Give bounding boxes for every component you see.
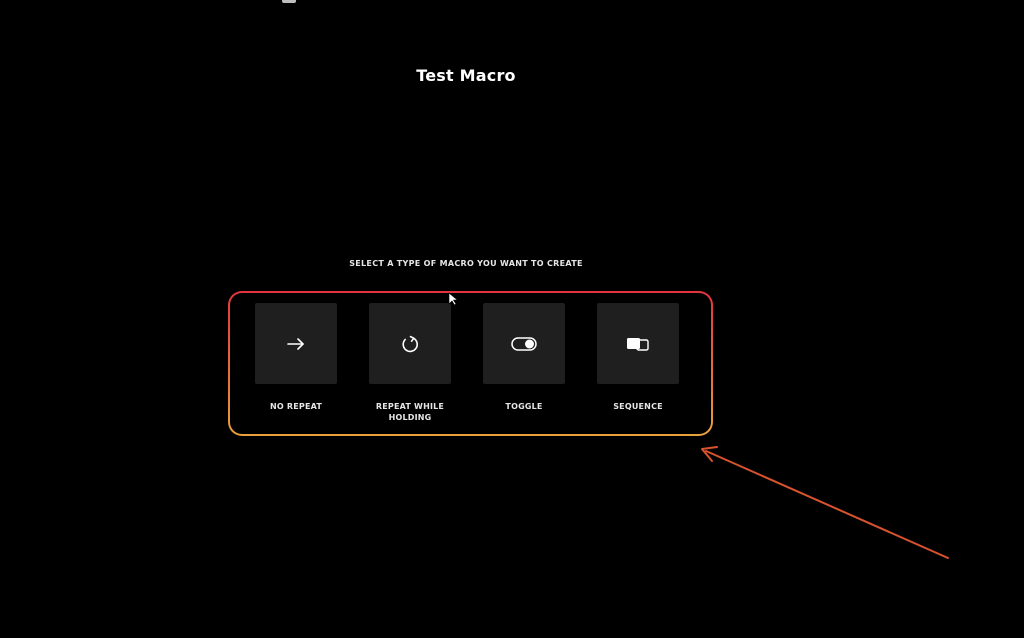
option-toggle[interactable]: TOGGLE xyxy=(483,303,565,423)
repeat-circle-icon xyxy=(402,335,418,352)
mouse-cursor-icon xyxy=(448,292,459,306)
toggle-tile[interactable] xyxy=(483,303,565,384)
macro-type-screen: Test Macro SELECT A TYPE OF MACRO YOU WA… xyxy=(0,0,1024,638)
option-repeat-while-holding[interactable]: REPEAT WHILE HOLDING xyxy=(369,303,451,423)
macro-type-prompt: SELECT A TYPE OF MACRO YOU WANT TO CREAT… xyxy=(349,259,583,268)
arrow-right-icon xyxy=(287,337,304,350)
macro-type-options: NO REPEAT REPEAT WHILE HOLDING TOGGLE SE… xyxy=(255,303,679,423)
option-label-toggle: TOGGLE xyxy=(505,402,543,411)
macro-title: Test Macro xyxy=(416,66,516,85)
sequence-icon xyxy=(627,337,649,351)
option-label-no-repeat: NO REPEAT xyxy=(269,402,323,411)
option-sequence[interactable]: SEQUENCE xyxy=(597,303,679,423)
repeat-while-holding-tile[interactable] xyxy=(369,303,451,384)
sequence-tile[interactable] xyxy=(597,303,679,384)
no-repeat-tile[interactable] xyxy=(255,303,337,384)
partial-top-element xyxy=(282,0,296,3)
option-label-sequence: SEQUENCE xyxy=(613,402,663,411)
option-label-repeat-while-holding: REPEAT WHILE HOLDING xyxy=(375,402,445,422)
toggle-switch-icon xyxy=(511,336,537,351)
option-no-repeat[interactable]: NO REPEAT xyxy=(255,303,337,423)
